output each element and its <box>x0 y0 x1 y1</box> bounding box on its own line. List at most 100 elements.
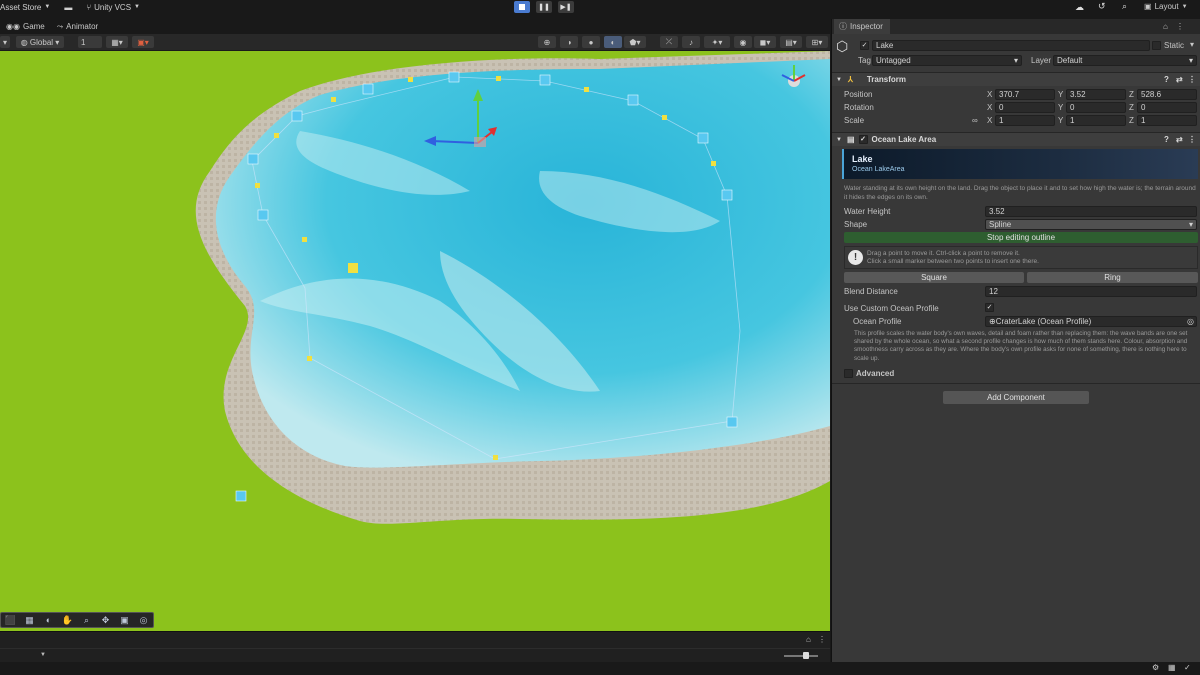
grid-icon[interactable]: ▦ <box>20 615 39 626</box>
add-component-button[interactable]: Add Component <box>943 391 1089 404</box>
help-icon[interactable]: ? <box>1164 135 1169 144</box>
control-point[interactable] <box>697 132 709 144</box>
more-icon[interactable]: ⋮ <box>1188 75 1196 84</box>
object-picker-icon[interactable]: ◎ <box>1187 317 1194 326</box>
control-point[interactable] <box>247 153 259 165</box>
position-z-field[interactable]: 528.6 <box>1137 89 1197 100</box>
chevron-down-icon[interactable]: ▼ <box>40 652 46 658</box>
check-circle-icon[interactable]: ✓ <box>1184 663 1191 672</box>
play-button[interactable] <box>514 1 530 13</box>
insert-marker[interactable] <box>493 455 498 460</box>
insert-marker[interactable] <box>408 77 413 82</box>
control-point[interactable] <box>235 490 247 502</box>
audio-toggle-button[interactable]: ♪ <box>682 36 700 48</box>
asset-store-menu[interactable]: Asset Store ▼ <box>0 3 50 12</box>
insert-marker-selected[interactable] <box>348 263 358 273</box>
rotation-x-field[interactable]: 0 <box>995 102 1055 113</box>
transform-header[interactable]: ▼ ⅄ Transform ? ⇄ ⋮ <box>832 72 1200 86</box>
zoom-slider-handle[interactable] <box>803 652 809 659</box>
rotation-z-field[interactable]: 0 <box>1137 102 1197 113</box>
toggle-2d-button[interactable]: ⤫ <box>660 36 678 48</box>
preset-icon[interactable]: ⇄ <box>1176 75 1183 84</box>
move-icon[interactable]: ✥ <box>96 615 115 626</box>
static-checkbox[interactable] <box>1152 41 1161 50</box>
control-point[interactable] <box>539 74 551 86</box>
insert-marker[interactable] <box>331 97 336 102</box>
use-custom-profile-checkbox[interactable]: ✓ <box>985 303 994 312</box>
help-icon[interactable]: ? <box>1164 75 1169 84</box>
search-icon[interactable]: ⌕ <box>1122 1 1127 12</box>
control-point[interactable] <box>362 83 374 95</box>
water-height-field[interactable]: 3.52 <box>985 206 1197 217</box>
effects-dropdown[interactable]: ✦▾ <box>704 36 730 48</box>
overlay-dropdown[interactable]: ⊞▾ <box>806 36 828 48</box>
package-icon-button[interactable]: ▬ <box>64 3 72 12</box>
advanced-foldout-checkbox[interactable] <box>844 369 853 378</box>
lock-icon[interactable]: ⌂ <box>806 635 811 644</box>
insert-marker[interactable] <box>496 76 501 81</box>
ring-button[interactable]: Ring <box>1027 272 1198 283</box>
grid-snap-button[interactable]: ▦▾ <box>106 36 128 48</box>
preset-icon[interactable]: ⇄ <box>1176 135 1183 144</box>
tab-animator[interactable]: ⤳ Animator <box>51 22 104 32</box>
more-icon[interactable]: ⋮ <box>1188 135 1196 144</box>
position-y-field[interactable]: 3.52 <box>1066 89 1126 100</box>
tab-game[interactable]: ◉◉ Game <box>0 22 51 31</box>
draw-mode-button[interactable]: ◐ <box>604 36 622 48</box>
insert-marker[interactable] <box>274 133 279 138</box>
view-icon[interactable]: ⬛ <box>1 615 20 626</box>
visibility-button[interactable]: ◉ <box>734 36 752 48</box>
control-point[interactable] <box>627 94 639 106</box>
tab-inspector[interactable]: ⓘ Inspector <box>834 19 890 34</box>
snap-value-field[interactable]: 1 <box>78 36 102 48</box>
chevron-down-icon[interactable]: ▾ <box>1190 40 1194 49</box>
control-point[interactable] <box>726 416 738 428</box>
render-mode-dropdown[interactable]: ⬟▾ <box>624 36 646 48</box>
insert-marker[interactable] <box>584 87 589 92</box>
ocean-profile-field[interactable]: ⊕CraterLake (Ocean Profile) ◎ <box>985 316 1197 327</box>
rotation-y-field[interactable]: 0 <box>1066 102 1126 113</box>
control-point[interactable] <box>721 189 733 201</box>
scene-canvas[interactable] <box>0 51 830 631</box>
position-x-field[interactable]: 370.7 <box>995 89 1055 100</box>
square-button[interactable]: Square <box>844 272 1024 283</box>
scale-z-field[interactable]: 1 <box>1137 115 1197 126</box>
compass-icon[interactable]: ◎ <box>134 615 153 626</box>
layer-dropdown[interactable]: Default ▾ <box>1053 55 1197 66</box>
step-button[interactable]: ▶❚ <box>558 1 574 13</box>
shading-mode-button[interactable]: ◑ <box>560 36 578 48</box>
tag-dropdown[interactable]: Untagged ▾ <box>872 55 1022 66</box>
more-icon[interactable]: ⋮ <box>1176 22 1184 31</box>
active-checkbox[interactable]: ✓ <box>860 41 869 50</box>
layout-menu[interactable]: ▣ Layout ▼ <box>1144 2 1188 11</box>
lock-icon[interactable]: ⌂ <box>1163 22 1168 31</box>
stop-editing-outline-button[interactable]: Stop editing outline <box>844 232 1198 243</box>
insert-marker[interactable] <box>662 115 667 120</box>
cloud-icon[interactable]: ☁ <box>1075 2 1084 13</box>
blend-distance-field[interactable]: 12 <box>985 286 1197 297</box>
more-icon[interactable]: ⋮ <box>818 635 826 644</box>
search-icon[interactable]: ⌕ <box>77 615 96 626</box>
ocean-lake-area-header[interactable]: ▼ ▤ ✓ Ocean Lake Area ? ⇄ ⋮ <box>832 132 1200 146</box>
control-point[interactable] <box>448 71 460 83</box>
debug-icon[interactable]: ⚙ <box>1152 663 1159 672</box>
pause-button[interactable]: ❚❚ <box>536 1 552 13</box>
unity-vcs-menu[interactable]: ⑂ Unity VCS ▼ <box>86 3 140 12</box>
lit-sphere-button[interactable]: ● <box>582 36 600 48</box>
advanced-label[interactable]: Advanced <box>856 369 894 378</box>
link-icon[interactable]: ∞ <box>972 116 978 125</box>
scale-x-field[interactable]: 1 <box>995 115 1055 126</box>
insert-marker[interactable] <box>307 356 312 361</box>
scene-camera-dropdown[interactable]: ◼▾ <box>754 36 776 48</box>
history-icon[interactable]: ↺ <box>1098 1 1106 12</box>
object-name-field[interactable]: Lake <box>872 40 1150 51</box>
hand-icon[interactable]: ✋ <box>58 615 77 626</box>
control-point[interactable] <box>257 209 269 221</box>
insert-marker[interactable] <box>302 237 307 242</box>
insert-marker[interactable] <box>255 183 260 188</box>
snap-icon[interactable]: ▣ <box>115 615 134 626</box>
scene-gizmo-button[interactable]: ⊕ <box>538 36 556 48</box>
scene-view[interactable] <box>0 51 830 631</box>
pivot-space-dropdown[interactable]: ◍ Global ▾ <box>16 36 64 48</box>
increment-snap-button[interactable]: ▣▾ <box>132 36 154 48</box>
